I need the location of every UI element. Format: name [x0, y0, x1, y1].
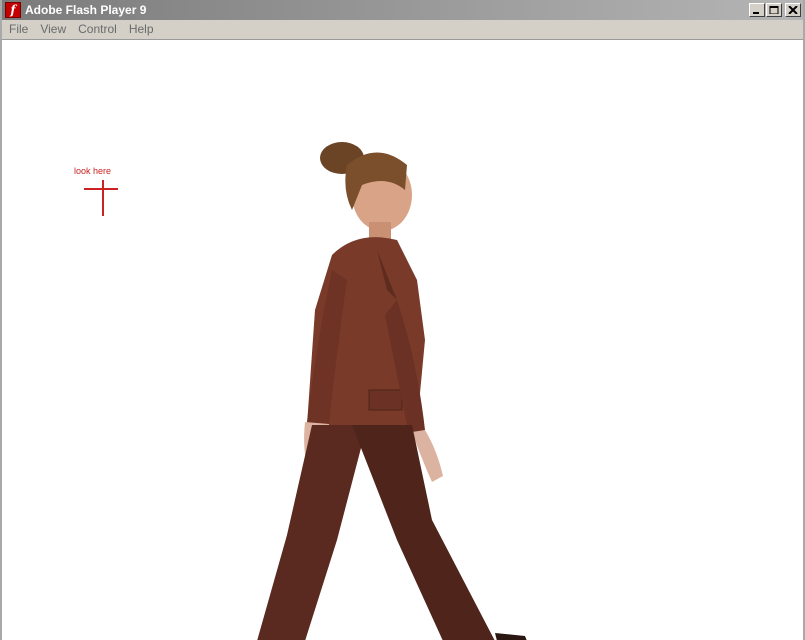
close-button[interactable] — [785, 3, 801, 17]
window-title: Adobe Flash Player 9 — [25, 3, 147, 17]
look-here-label: look here — [74, 166, 112, 176]
maximize-icon — [769, 6, 779, 14]
window-controls — [748, 3, 801, 17]
title-bar[interactable]: f Adobe Flash Player 9 — [2, 0, 803, 20]
menu-view[interactable]: View — [35, 20, 71, 39]
close-icon — [788, 6, 798, 14]
walking-woman-figure — [257, 142, 527, 640]
maximize-button[interactable] — [766, 3, 782, 17]
flash-player-icon[interactable]: f — [5, 2, 21, 18]
menu-control[interactable]: Control — [73, 20, 122, 39]
menu-help[interactable]: Help — [124, 20, 159, 39]
menu-file[interactable]: File — [4, 20, 33, 39]
crosshair-marker-icon — [84, 180, 118, 216]
menu-bar: File View Control Help — [2, 20, 803, 39]
minimize-button[interactable] — [749, 3, 765, 17]
flash-player-window: f Adobe Flash Player 9 File View Control… — [0, 0, 805, 640]
flash-stage[interactable]: look here — [2, 39, 803, 640]
minimize-icon — [753, 12, 759, 14]
